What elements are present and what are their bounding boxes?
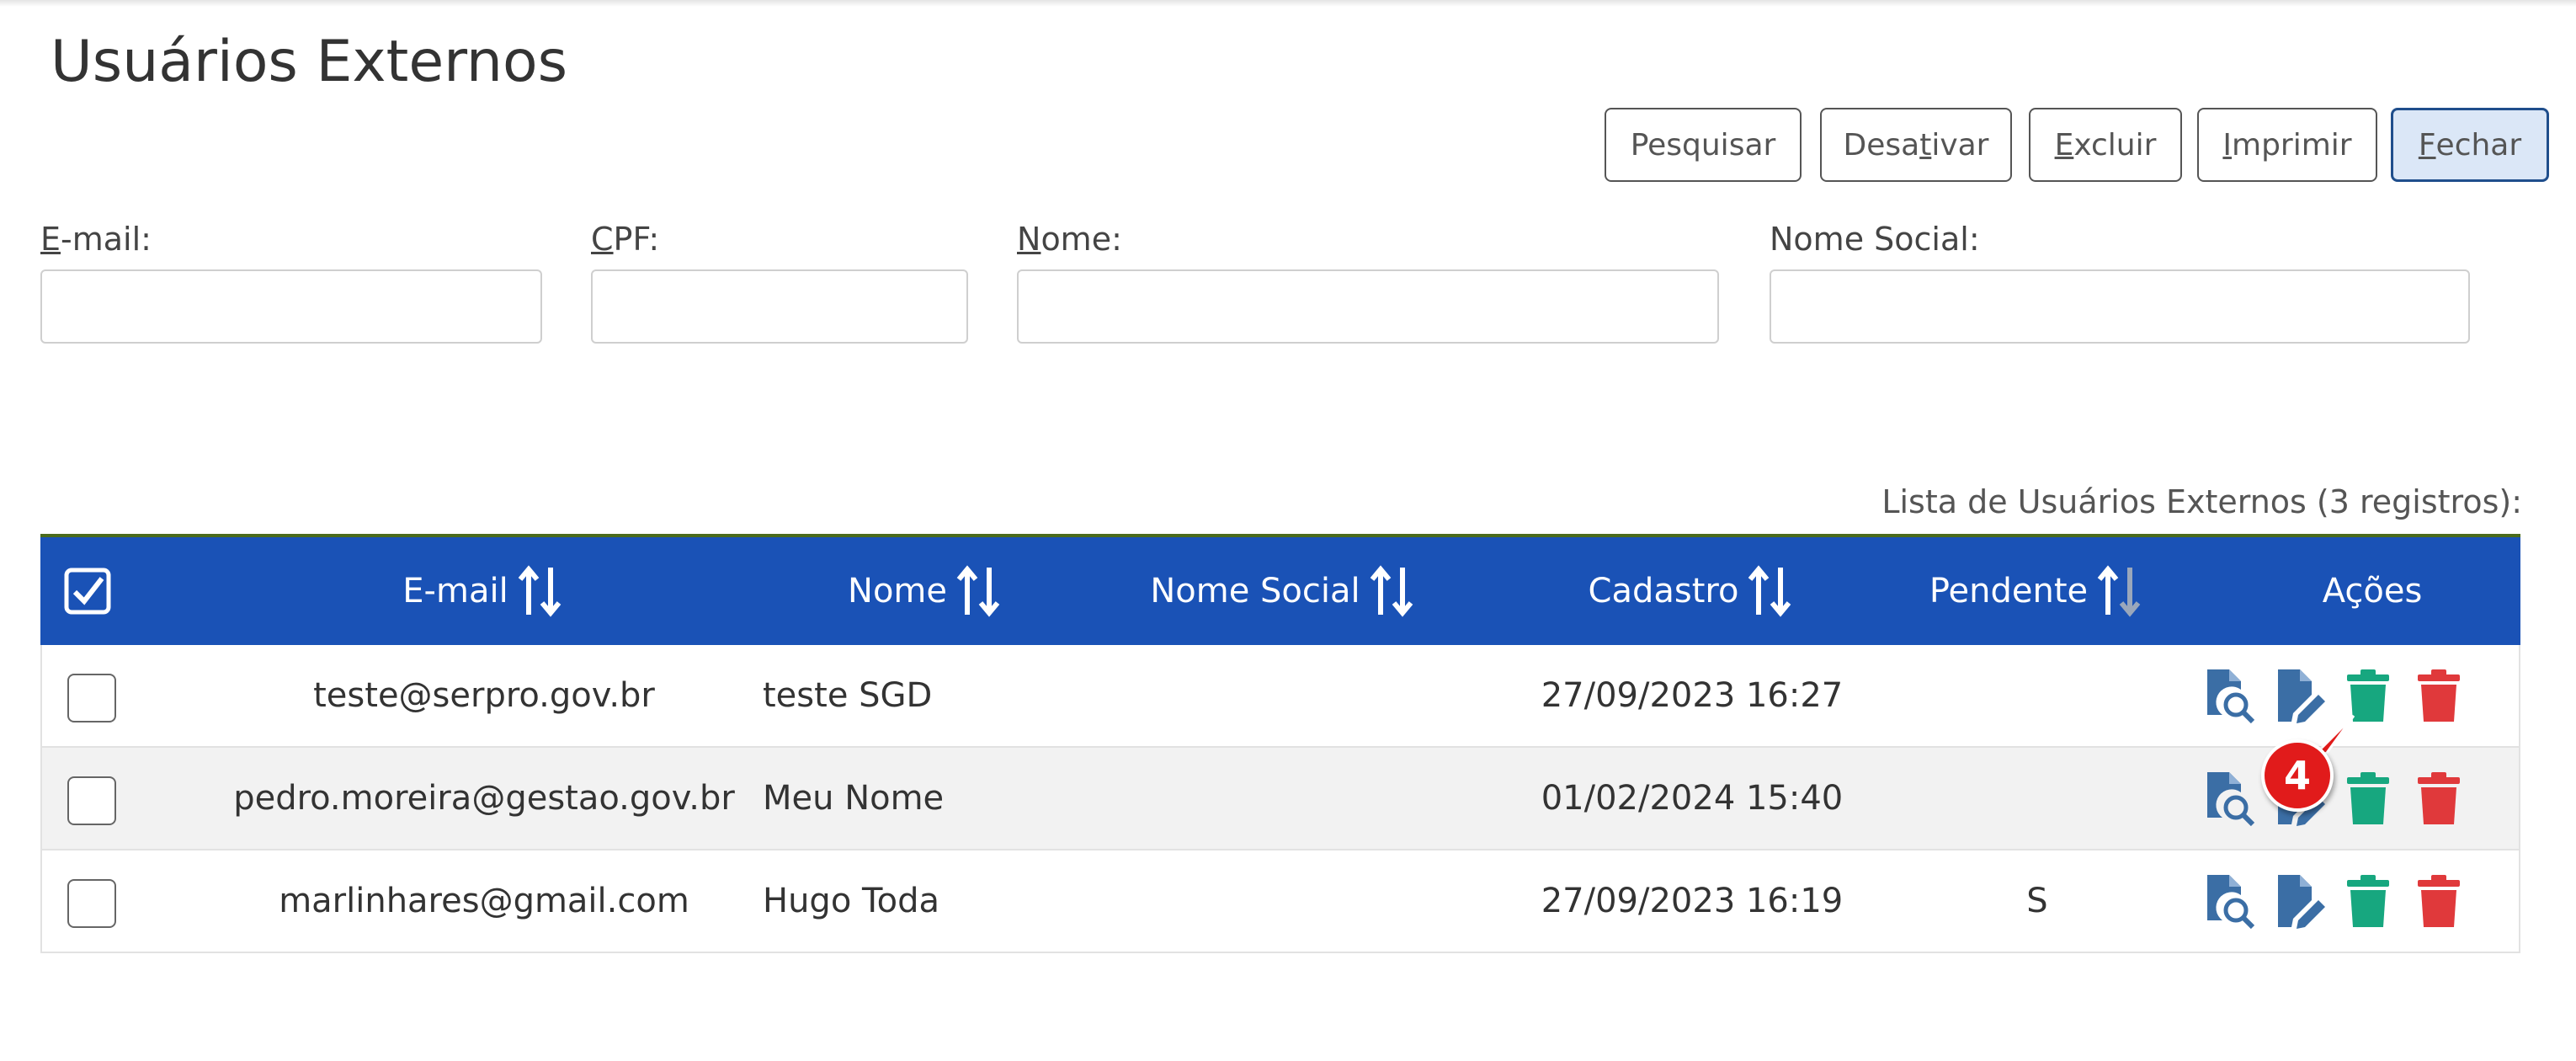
email-label: E-mail: bbox=[40, 221, 152, 258]
cell-cadastro: 27/09/2023 16:27 bbox=[1541, 676, 1844, 715]
pesquisar-button[interactable]: Pesquisar bbox=[1605, 108, 1802, 182]
nome-label: Nome: bbox=[1017, 221, 1122, 258]
annotation-badge: 4 bbox=[2261, 739, 2334, 812]
page-title: Usuários Externos bbox=[51, 29, 568, 95]
cpf-label: CPF: bbox=[591, 221, 660, 258]
delete-user-button[interactable] bbox=[2411, 871, 2467, 931]
cell-pendente bbox=[1894, 748, 2180, 849]
sort-arrows-icon[interactable] bbox=[2096, 564, 2142, 618]
trash-red-icon bbox=[2418, 772, 2460, 824]
select-all-checkbox[interactable] bbox=[62, 537, 113, 645]
column-header-cadastro[interactable]: Cadastro bbox=[1522, 537, 1859, 645]
desativar-button[interactable]: Desa t ivar bbox=[1820, 108, 2012, 182]
delete-user-button[interactable] bbox=[2411, 665, 2467, 726]
table-row: teste@serpro.gov.br teste SGD 27/09/2023… bbox=[40, 645, 2520, 748]
cell-pendente bbox=[1894, 645, 2180, 746]
fechar-button[interactable]: Fechar bbox=[2391, 108, 2549, 182]
column-header-nome[interactable]: Nome bbox=[798, 537, 1051, 645]
row-actions bbox=[2202, 665, 2514, 726]
top-shadow-line bbox=[0, 0, 2576, 7]
sort-arrows-icon[interactable] bbox=[1747, 564, 1792, 618]
cell-nome: Meu Nome bbox=[763, 779, 945, 818]
cell-email: teste@serpro.gov.br bbox=[313, 676, 655, 715]
trash-red-icon bbox=[2418, 669, 2460, 722]
cpf-field[interactable] bbox=[591, 269, 968, 344]
column-header-nome-social[interactable]: Nome Social bbox=[1093, 537, 1472, 645]
excluir-button[interactable]: Excluir bbox=[2029, 108, 2182, 182]
row-actions bbox=[2202, 768, 2514, 829]
cell-cadastro: 27/09/2023 16:19 bbox=[1541, 882, 1844, 920]
list-caption: Lista de Usuários Externos (3 registros)… bbox=[1881, 483, 2522, 520]
table-header: E-mail Nome Nome Social Cadastro Pendent bbox=[40, 534, 2520, 645]
cell-nome: teste SGD bbox=[763, 676, 933, 715]
row-checkbox[interactable] bbox=[67, 674, 116, 722]
cell-nome: Hugo Toda bbox=[763, 882, 940, 920]
row-actions bbox=[2202, 871, 2514, 931]
cell-nome-social bbox=[1094, 645, 1473, 746]
delete-user-button[interactable] bbox=[2411, 768, 2467, 829]
sort-arrows-icon[interactable] bbox=[1369, 564, 1414, 618]
trash-green-icon bbox=[2347, 772, 2389, 824]
search-document-icon bbox=[2207, 875, 2255, 929]
view-user-button[interactable] bbox=[2202, 768, 2258, 829]
imprimir-button[interactable]: Imprimir bbox=[2197, 108, 2377, 182]
sort-arrows-icon[interactable] bbox=[517, 564, 562, 618]
row-checkbox[interactable] bbox=[67, 776, 116, 825]
trash-green-icon bbox=[2347, 875, 2389, 927]
trash-red-icon bbox=[2418, 875, 2460, 927]
deactivate-user-button[interactable] bbox=[2340, 871, 2396, 931]
cell-email: marlinhares@gmail.com bbox=[279, 882, 689, 920]
table-row: marlinhares@gmail.com Hugo Toda 27/09/20… bbox=[40, 850, 2520, 953]
nome-social-field[interactable] bbox=[1770, 269, 2470, 344]
check-square-icon bbox=[64, 568, 111, 615]
deactivate-user-button[interactable] bbox=[2340, 768, 2396, 829]
column-header-acoes: Ações bbox=[2322, 572, 2423, 610]
email-field[interactable] bbox=[40, 269, 542, 344]
cell-pendente: S bbox=[2026, 882, 2048, 920]
nome-social-label: Nome Social: bbox=[1770, 221, 1980, 258]
view-user-button[interactable] bbox=[2202, 871, 2258, 931]
table-row: pedro.moreira@gestao.gov.br Meu Nome 01/… bbox=[40, 748, 2520, 850]
column-header-email[interactable]: E-mail bbox=[293, 537, 672, 645]
cell-cadastro: 01/02/2024 15:40 bbox=[1541, 779, 1844, 818]
edit-document-icon bbox=[2278, 875, 2325, 929]
search-document-icon bbox=[2207, 772, 2255, 826]
cell-nome-social bbox=[1094, 748, 1473, 849]
cell-nome-social bbox=[1094, 850, 1473, 952]
edit-user-button[interactable] bbox=[2273, 871, 2329, 931]
column-header-pendente[interactable]: Pendente bbox=[1876, 537, 2195, 645]
search-document-icon bbox=[2207, 669, 2255, 723]
cell-email: pedro.moreira@gestao.gov.br bbox=[233, 779, 735, 818]
users-table: E-mail Nome Nome Social Cadastro Pendent bbox=[40, 534, 2520, 953]
view-user-button[interactable] bbox=[2202, 665, 2258, 726]
nome-field[interactable] bbox=[1017, 269, 1719, 344]
sort-arrows-icon[interactable] bbox=[955, 564, 1001, 618]
row-checkbox[interactable] bbox=[67, 879, 116, 928]
